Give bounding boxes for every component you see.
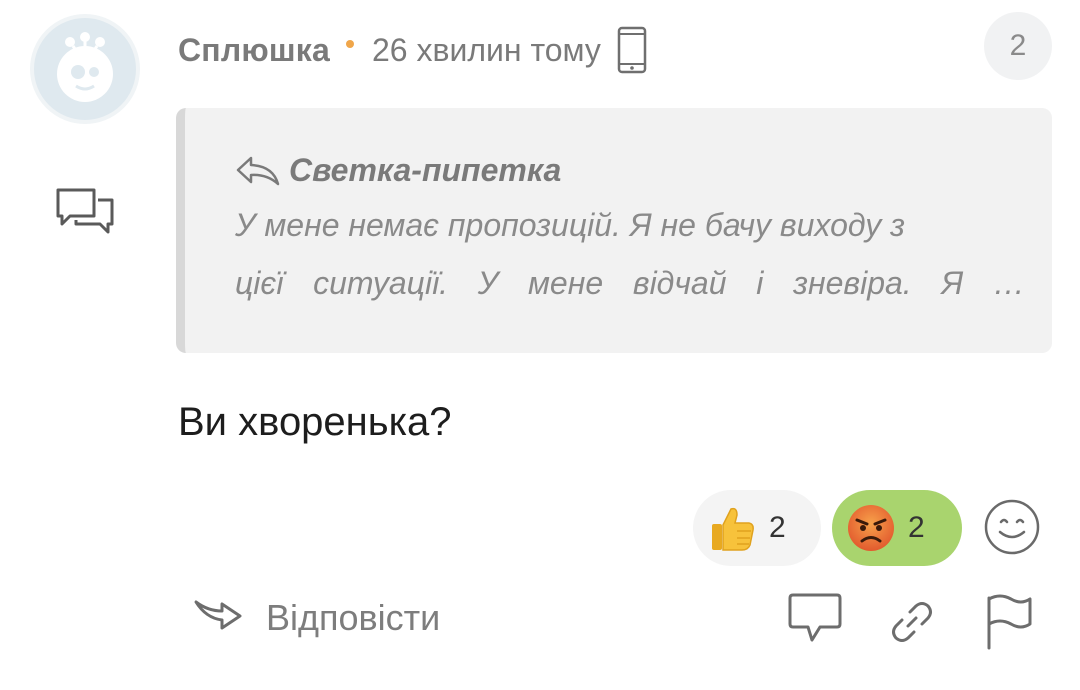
reaction-count: 2 [769,511,786,544]
quoted-word: мене [527,265,604,301]
avatar[interactable] [30,14,140,124]
phone-icon [617,26,647,74]
alien-avatar-icon [57,32,113,102]
link-icon [892,602,932,642]
conversation-icon[interactable] [54,186,116,241]
comment-header: Сплюшка 26 хвилин тому [178,24,647,76]
quoted-text: У мене немає пропозицій. Я не бачу виход… [235,196,1025,312]
smiley-icon [984,499,1040,555]
quoted-word: зневіра. [793,265,912,301]
reaction-count: 2 [908,511,925,544]
quoted-word: … [992,265,1025,301]
quoted-author[interactable]: Светка-пипетка [235,152,561,189]
reply-button[interactable]: Відповісти [192,596,440,640]
separator-dot [345,40,354,48]
quoted-word: Я [941,265,964,301]
add-reaction-button[interactable] [983,498,1041,561]
comment-timestamp[interactable]: 26 хвилин тому [372,32,601,69]
comment-bubble-icon [788,593,842,642]
comment-bubble-button[interactable] [786,592,844,651]
flag-icon [987,594,1032,650]
angry-face-icon [848,505,894,551]
link-button[interactable] [888,598,936,651]
comment-body: Ви хворенька? [178,400,452,444]
quoted-text-line: У мене немає пропозицій. Я не бачу виход… [235,207,905,243]
quoted-word: У [477,265,499,301]
quoted-author-name: Светка-пипетка [289,152,562,188]
reply-count-badge[interactable]: 2 [984,12,1052,80]
report-button[interactable] [984,594,1034,655]
reply-arrow-icon [236,156,280,185]
reply-label: Відповісти [266,597,441,638]
reaction-thumbs-up[interactable]: 2 [693,490,821,566]
reaction-angry[interactable]: 2 [832,490,962,566]
thumbs-up-icon [712,507,754,551]
quoted-text-line: цієї ситуації. У мене відчай і зневіра. … [235,254,1025,312]
quoted-word: і [756,265,764,301]
reply-arrow-icon [194,600,242,630]
author-name[interactable]: Сплюшка [178,32,330,69]
quoted-word: цієї [235,265,284,301]
quoted-word: відчай [632,265,727,301]
quoted-comment[interactable]: Светка-пипетка У мене немає пропозицій. … [176,108,1052,353]
quoted-word: ситуації. [313,265,449,301]
